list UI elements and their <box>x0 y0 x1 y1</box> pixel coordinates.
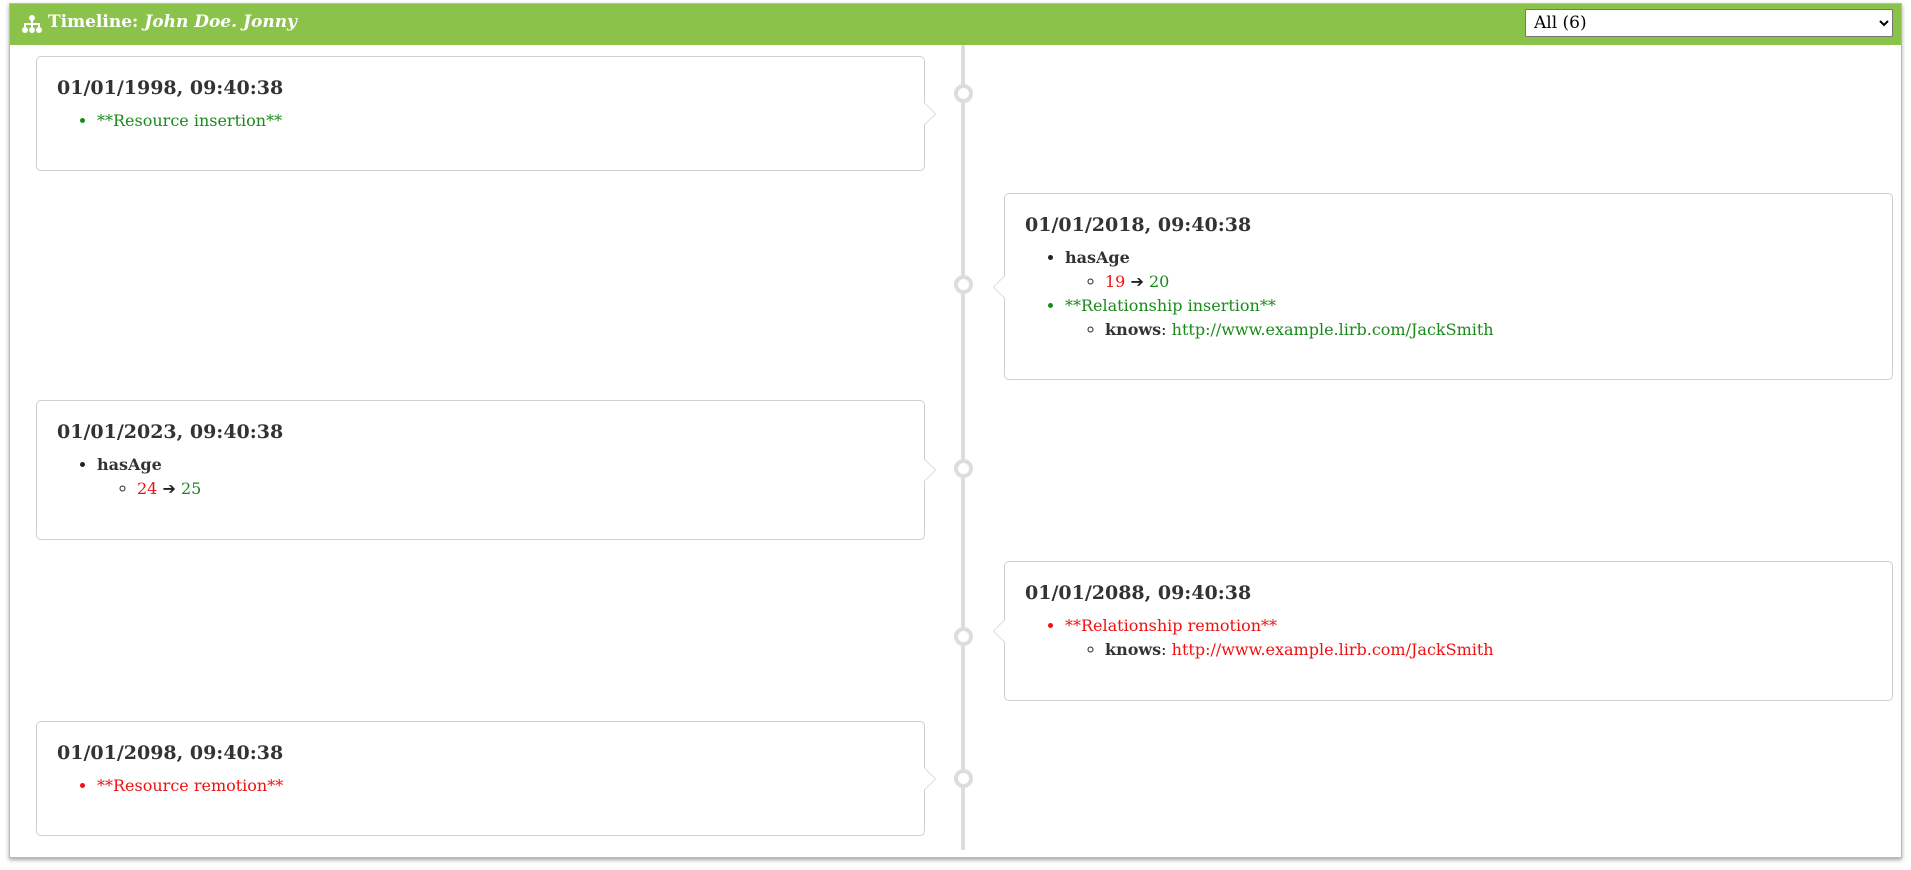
relationship-label: **Relationship insertion** <box>1065 296 1276 315</box>
change-list: **Resource remotion** <box>57 774 904 798</box>
relationship-target-link[interactable]: http://www.example.lirb.com/JackSmith <box>1172 320 1494 339</box>
relationship-entry: knows: http://www.example.lirb.com/JackS… <box>1105 638 1872 662</box>
relationship-separator: : <box>1161 640 1167 659</box>
relationship-entry: knows: http://www.example.lirb.com/JackS… <box>1105 318 1872 342</box>
timeline-graph-icon <box>22 15 42 33</box>
event-date: 01/01/2018, 09:40:38 <box>1025 214 1252 236</box>
timeline-node <box>954 769 973 788</box>
change-list: hasAge 24 ➔ 25 <box>57 453 904 501</box>
timeline-event-card: 01/01/2098, 09:40:38 **Resource remotion… <box>36 721 936 836</box>
relationship-property: knows <box>1105 320 1162 339</box>
event-date: 01/01/2098, 09:40:38 <box>57 742 284 764</box>
value-change: 19 ➔ 20 <box>1105 270 1872 294</box>
value-change: 24 ➔ 25 <box>137 477 904 501</box>
panel-header: Timeline: John Doe. Jonny All (6) <box>10 4 1901 45</box>
timeline-event-card: 01/01/2018, 09:40:38 hasAge 19 ➔ 20 **Re… <box>993 193 1893 380</box>
old-value: 24 <box>137 479 158 498</box>
timeline-panel: Timeline: John Doe. Jonny All (6) 01/01/… <box>9 3 1902 858</box>
relationship-label: **Relationship remotion** <box>1065 616 1278 635</box>
relationship-target-link[interactable]: http://www.example.lirb.com/JackSmith <box>1172 640 1494 659</box>
event-date: 01/01/2088, 09:40:38 <box>1025 582 1252 604</box>
timeline-node <box>954 84 973 103</box>
subject-name: John Doe. Jonny <box>144 12 297 32</box>
change-list: hasAge 19 ➔ 20 **Relationship insertion*… <box>1025 246 1872 342</box>
timeline-node <box>954 275 973 294</box>
timeline-node <box>954 459 973 478</box>
event-filter-select[interactable]: All (6) <box>1525 9 1893 37</box>
relationship-separator: : <box>1161 320 1167 339</box>
relationship-remotion-item: **Relationship remotion** knows: http://… <box>1065 614 1872 662</box>
resource-remotion-item: **Resource remotion** <box>97 774 904 798</box>
change-list: **Relationship remotion** knows: http://… <box>1025 614 1872 662</box>
title-label: Timeline: <box>48 12 139 32</box>
timeline-event-card: 01/01/1998, 09:40:38 **Resource insertio… <box>36 56 936 171</box>
arrow-right-icon: ➔ <box>162 479 176 498</box>
page-title: Timeline: John Doe. Jonny <box>48 12 297 32</box>
relationship-insertion-item: **Relationship insertion** knows: http:/… <box>1065 294 1872 342</box>
timeline-event-card: 01/01/2088, 09:40:38 **Relationship remo… <box>993 561 1893 701</box>
event-date: 01/01/1998, 09:40:38 <box>57 77 284 99</box>
resource-insertion-item: **Resource insertion** <box>97 109 904 133</box>
property-change-item: hasAge 19 ➔ 20 <box>1065 246 1872 294</box>
new-value: 20 <box>1148 272 1170 291</box>
property-name: hasAge <box>97 455 162 474</box>
change-list: **Resource insertion** <box>57 109 904 133</box>
property-name: hasAge <box>1065 248 1130 267</box>
timeline-event-card: 01/01/2023, 09:40:38 hasAge 24 ➔ 25 <box>36 400 936 540</box>
property-change-item: hasAge 24 ➔ 25 <box>97 453 904 501</box>
old-value: 19 <box>1105 272 1126 291</box>
event-date: 01/01/2023, 09:40:38 <box>57 421 284 443</box>
relationship-property: knows <box>1105 640 1162 659</box>
timeline-node <box>954 627 973 646</box>
timeline-axis <box>961 45 965 850</box>
new-value: 25 <box>180 479 202 498</box>
arrow-right-icon: ➔ <box>1130 272 1144 291</box>
